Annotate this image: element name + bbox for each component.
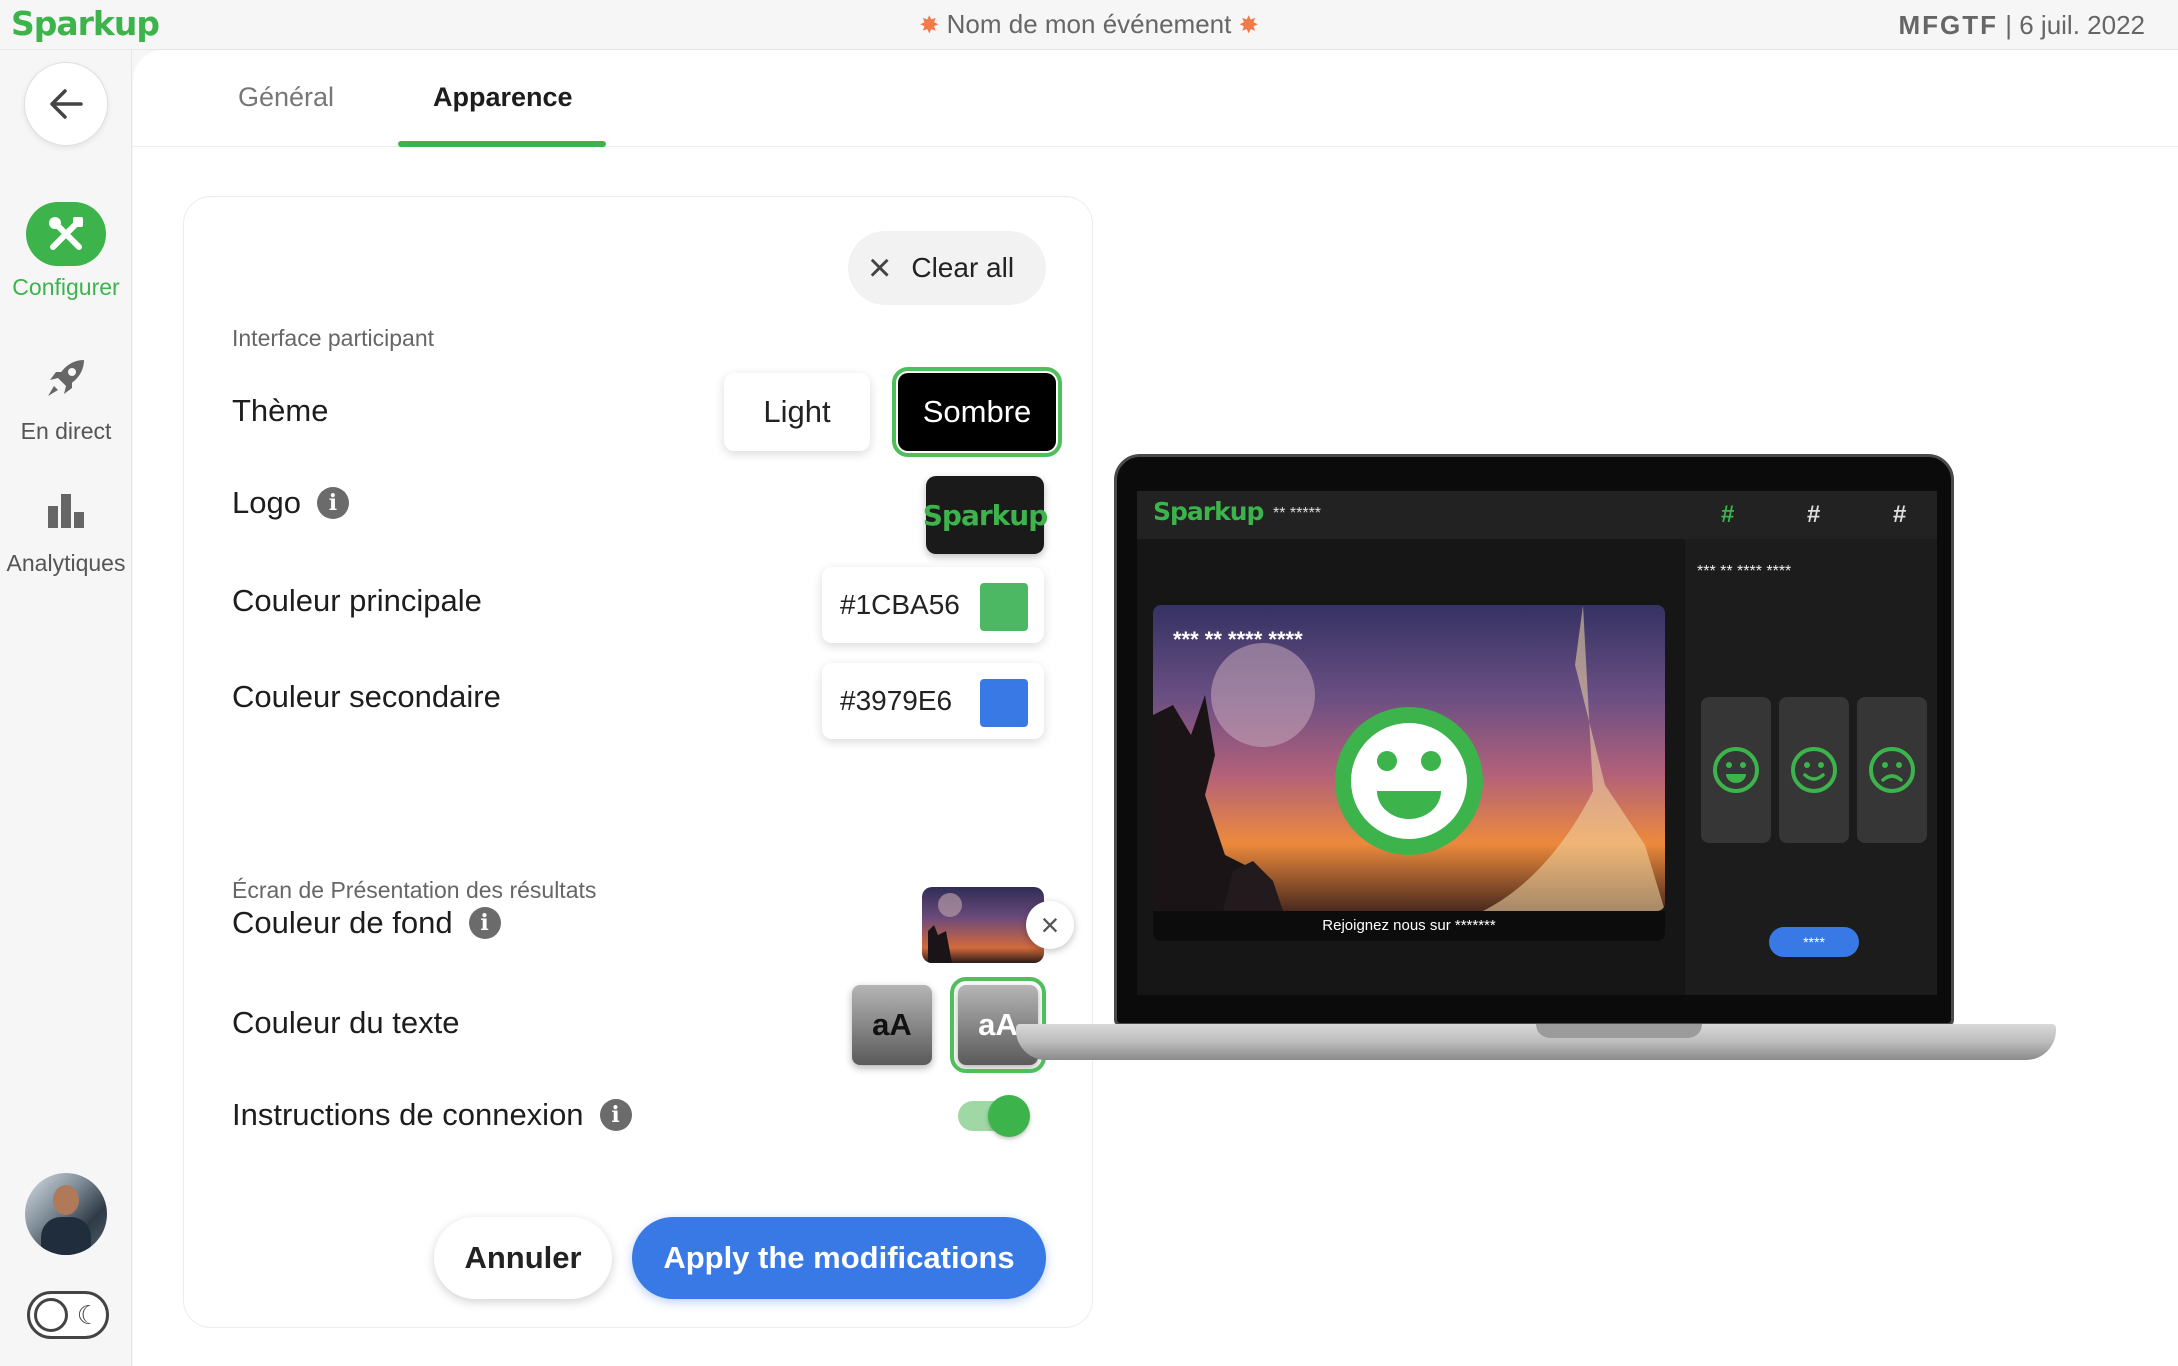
theme-label-text: Thème <box>232 393 329 428</box>
secondary-color-field[interactable]: #3979E6 <box>822 663 1044 739</box>
close-icon: × <box>868 246 892 290</box>
dark-mode-toggle[interactable]: ☾ <box>27 1291 109 1339</box>
clear-all-label: Clear all <box>911 252 1015 283</box>
smiley-happy-icon <box>1713 747 1759 793</box>
moon-icon: ☾ <box>76 1300 100 1330</box>
rocket-icon <box>26 346 106 410</box>
secondary-color-swatch[interactable] <box>980 679 1028 727</box>
tab-bar: Général Apparence <box>133 50 2178 147</box>
laptop-base <box>1016 1024 2056 1060</box>
theme-label: Thème <box>232 393 328 429</box>
active-tab-indicator <box>398 141 606 147</box>
appearance-form: × Clear all Interface participant Thème L… <box>183 196 1093 1328</box>
vote-sad <box>1857 697 1927 843</box>
sidebar-item-label: Configurer <box>12 274 120 300</box>
background-label: Couleur de fond i <box>232 905 501 941</box>
sidebar-item-en-direct[interactable]: En direct <box>0 346 132 445</box>
tools-icon <box>26 202 106 266</box>
sidebar-item-configurer[interactable]: Configurer <box>0 202 132 301</box>
sidebar-item-label: Analytiques <box>6 550 126 576</box>
event-date: 6 juil. 2022 <box>2019 10 2145 40</box>
preview-side-panel: *** ** **** **** **** <box>1685 539 1937 995</box>
toggle-knob <box>34 1298 68 1332</box>
connection-label: Instructions de connexion i <box>232 1097 632 1133</box>
preview-screen: Sparkup ** ***** # # # *** ** **** **** … <box>1137 491 1937 995</box>
meta-separator: | <box>2005 10 2012 40</box>
preview-title: *** ** **** **** <box>1173 627 1303 652</box>
vote-happy <box>1701 697 1771 843</box>
event-code: MFGTF <box>1898 10 1998 40</box>
event-meta: MFGTF | 6 juil. 2022 <box>1898 10 2145 41</box>
apply-button[interactable]: Apply the modifications <box>632 1217 1046 1299</box>
preview-footer: Rejoignez nous sur ******* <box>1153 911 1665 941</box>
smiley-sad-icon <box>1869 747 1915 793</box>
primary-color-field[interactable]: #1CBA56 <box>822 567 1044 643</box>
secondary-color-label-text: Couleur secondaire <box>232 679 501 714</box>
remove-background-button[interactable]: × <box>1026 901 1074 949</box>
section-title: Écran de Présentation des résultats <box>232 877 597 903</box>
preview-hash: # <box>1807 501 1821 528</box>
info-icon[interactable]: i <box>599 1099 632 1131</box>
tab-general[interactable]: Général <box>238 82 334 113</box>
tab-apparence[interactable]: Apparence <box>433 82 573 113</box>
toggle-knob <box>988 1095 1030 1137</box>
theme-light-button[interactable]: Light <box>724 373 870 451</box>
logo-upload[interactable]: Sparkup <box>923 476 1048 554</box>
sparkle-icon: ✸ <box>1238 12 1259 39</box>
preview-question: *** ** **** **** <box>1697 563 1792 580</box>
info-icon[interactable]: i <box>316 487 349 519</box>
sparkle-icon: ✸ <box>919 12 940 39</box>
event-title-text: Nom de mon événement <box>946 9 1232 39</box>
back-button[interactable] <box>24 62 108 146</box>
connection-instructions-toggle[interactable] <box>958 1095 1030 1137</box>
info-icon[interactable]: i <box>468 907 501 939</box>
text-color-label: Couleur du texte <box>232 1005 459 1041</box>
primary-color-label: Couleur principale <box>232 583 482 619</box>
laptop-notch <box>1536 1024 1702 1038</box>
event-title: ✸ Nom de mon événement ✸ <box>0 9 2178 40</box>
secondary-color-value: #3979E6 <box>840 685 953 716</box>
secondary-color-label: Couleur secondaire <box>232 679 501 715</box>
close-icon: × <box>1040 906 1060 943</box>
primary-color-label-text: Couleur principale <box>232 583 482 618</box>
preview-subtitle: ** ***** <box>1273 505 1322 522</box>
bar-chart-icon <box>26 478 106 542</box>
sidebar-item-analytiques[interactable]: Analytiques <box>0 478 132 577</box>
theme-dark-button[interactable]: Sombre <box>892 367 1062 457</box>
background-label-text: Couleur de fond <box>232 905 453 940</box>
top-bar: Sparkup ✸ Nom de mon événement ✸ MFGTF |… <box>0 0 2178 50</box>
vote-neutral <box>1779 697 1849 843</box>
cancel-button[interactable]: Annuler <box>434 1217 612 1299</box>
text-color-label-text: Couleur du texte <box>232 1005 460 1040</box>
preview-cta: **** <box>1769 927 1859 957</box>
primary-color-value: #1CBA56 <box>840 589 960 620</box>
preview-logo: Sparkup <box>1153 497 1264 526</box>
preview-hash: # <box>1721 501 1735 528</box>
smiley-smile-icon <box>1791 747 1837 793</box>
laptop-lid: Sparkup ** ***** # # # *** ** **** **** … <box>1114 454 1954 1026</box>
avatar[interactable] <box>25 1173 107 1255</box>
connection-label-text: Instructions de connexion <box>232 1097 584 1132</box>
preview-header: Sparkup ** ***** # # # <box>1137 491 1937 539</box>
sidebar-item-label: En direct <box>20 418 112 444</box>
arrow-left-icon <box>50 89 83 119</box>
preview-hash: # <box>1893 501 1907 528</box>
primary-color-swatch[interactable] <box>980 583 1028 631</box>
text-color-dark-option[interactable]: aA <box>852 985 932 1065</box>
logo-label-text: Logo <box>232 485 301 520</box>
main-content: Général Apparence × Clear all Interface p… <box>133 50 2178 1366</box>
section-title: Interface participant <box>232 325 435 351</box>
logo-preview: Sparkup <box>922 498 1049 532</box>
sidebar: Configurer En direct Analytiques ☾ <box>0 50 132 1366</box>
clear-all-button[interactable]: × Clear all <box>848 231 1046 305</box>
logo-label: Logo i <box>232 485 349 521</box>
preview-image: *** ** **** **** <box>1153 605 1665 911</box>
